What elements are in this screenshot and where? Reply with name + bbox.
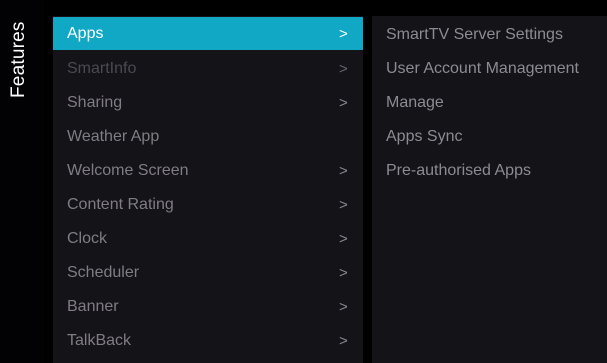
submenu-item-manage[interactable]: Manage [386,94,444,112]
menu-item-label: Banner [67,298,119,315]
submenu-item-user-account-management[interactable]: User Account Management [386,60,579,78]
menu-item-banner[interactable]: Banner > [53,290,363,324]
menu-item-label: Sharing [67,94,123,111]
chevron-right-icon: > [339,196,348,214]
menu-item-label: Scheduler [67,264,140,281]
features-sidebar: Features [0,0,44,363]
menu-item-clock[interactable]: Clock > [53,222,363,256]
chevron-right-icon: > [339,332,348,350]
sidebar-title: Features [8,21,29,98]
menu-item-smartinfo[interactable]: SmartInfo > [53,52,363,86]
menu-item-label: Welcome Screen [67,162,189,179]
menu-item-apps[interactable]: Apps > [53,17,363,50]
submenu-item-apps-sync[interactable]: Apps Sync [386,128,462,146]
submenu-item-smarttv-server-settings[interactable]: SmartTV Server Settings [386,26,563,44]
chevron-right-icon: > [339,264,348,282]
menu-item-label: SmartInfo [67,60,137,77]
features-settings-screen: Features Apps > SmartInfo > Sharing > We… [0,0,607,363]
menu-item-label: Content Rating [67,196,174,213]
chevron-right-icon: > [339,298,348,316]
menu-item-sharing[interactable]: Sharing > [53,86,363,120]
chevron-right-icon: > [339,230,348,248]
menu-item-label: Apps [67,24,104,42]
chevron-right-icon: > [339,60,348,78]
menu-item-scheduler[interactable]: Scheduler > [53,256,363,290]
menu-item-content-rating[interactable]: Content Rating > [53,188,363,222]
menu-item-talkback[interactable]: TalkBack > [53,324,363,358]
submenu-item-pre-authorised-apps[interactable]: Pre-authorised Apps [386,162,531,180]
menu-item-welcome-screen[interactable]: Welcome Screen > [53,154,363,188]
menu-item-label: Clock [67,230,108,247]
menu-item-weather-app[interactable]: Weather App [53,120,363,154]
menu-item-label: TalkBack [67,332,132,349]
chevron-right-icon: > [339,25,348,42]
apps-submenu-panel: SmartTV Server Settings User Account Man… [372,16,607,363]
chevron-right-icon: > [339,162,348,180]
menu-item-label: Weather App [67,128,160,145]
chevron-right-icon: > [339,94,348,112]
features-menu-panel: Apps > SmartInfo > Sharing > Weather App… [53,16,363,363]
